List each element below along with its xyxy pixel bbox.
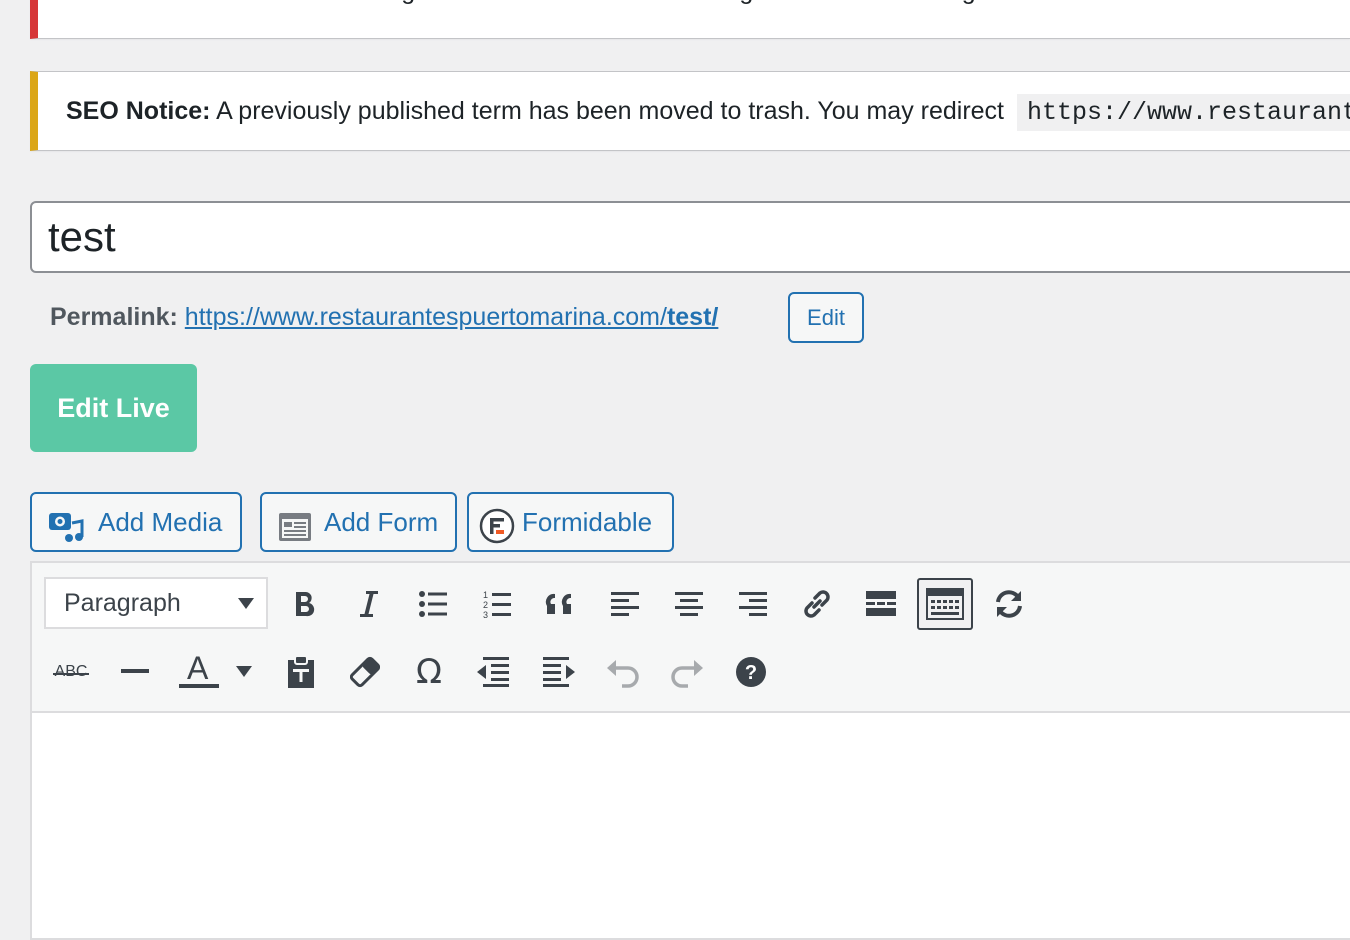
toolbar-toggle-button[interactable]	[917, 578, 973, 630]
bulleted-list-button[interactable]	[408, 579, 458, 629]
read-more-button[interactable]	[856, 579, 906, 629]
special-character-button[interactable]: Ω	[404, 647, 454, 697]
classic-editor: Paragraph 123 ABC A Ω ?	[30, 561, 1350, 940]
text-color-dropdown[interactable]	[226, 647, 262, 697]
undo-icon	[606, 656, 640, 688]
italic-icon	[357, 589, 381, 619]
redo-icon	[670, 656, 704, 688]
italic-button[interactable]	[344, 579, 394, 629]
refresh-icon	[991, 588, 1027, 620]
add-media-button[interactable]: Add Media	[30, 492, 242, 552]
horizontal-line-button[interactable]	[110, 647, 160, 697]
strikethrough-label: ABC	[54, 663, 88, 680]
seo-notice: SEO Notice: A previously published term …	[30, 71, 1350, 151]
svg-text:3: 3	[483, 610, 488, 619]
editor-toolbar: Paragraph 123 ABC A Ω ?	[32, 563, 1350, 713]
align-left-icon	[611, 591, 639, 617]
post-title-input[interactable]: test	[30, 201, 1350, 273]
chevron-down-icon	[238, 598, 254, 609]
seo-notice-message: A previously published term has been mov…	[216, 97, 1005, 125]
format-select-value: Paragraph	[64, 589, 181, 617]
bullet-list-icon	[419, 591, 447, 617]
align-right-icon	[739, 591, 767, 617]
bold-icon	[293, 590, 317, 618]
permalink-base: https://www.restaurantespuertomarina.com…	[184, 303, 667, 331]
chevron-down-icon	[236, 666, 252, 678]
align-right-button[interactable]	[728, 579, 778, 629]
media-icon	[48, 506, 84, 562]
numbered-list-icon: 123	[483, 589, 511, 619]
formidable-label: Formidable	[522, 507, 653, 537]
undo-button[interactable]	[598, 647, 648, 697]
help-icon: ?	[736, 657, 766, 687]
clipboard-icon	[285, 655, 317, 689]
keyboard-shortcuts-button[interactable]: ?	[726, 647, 776, 697]
decrease-indent-button[interactable]	[468, 647, 518, 697]
align-left-button[interactable]	[600, 579, 650, 629]
format-select[interactable]: Paragraph	[44, 577, 268, 629]
text-color-icon: A	[179, 650, 219, 690]
align-center-button[interactable]	[664, 579, 714, 629]
strikethrough-icon: ABC	[52, 663, 90, 681]
redo-button[interactable]	[662, 647, 712, 697]
add-form-button[interactable]: Add Form	[260, 492, 457, 552]
seo-notice-url: https://www.restaurantespuertomarina.com…	[1016, 94, 1350, 131]
editor-content-area[interactable]	[32, 713, 1350, 938]
seo-notice-label: SEO Notice:	[66, 97, 211, 125]
permalink-label: Permalink:	[50, 303, 178, 331]
seo-notice-text: SEO Notice: A previously published term …	[66, 94, 1350, 131]
edit-live-button[interactable]: Edit Live	[30, 364, 197, 452]
clear-formatting-button[interactable]	[340, 647, 390, 697]
link-icon	[800, 587, 834, 621]
formidable-icon	[479, 507, 515, 563]
permalink-row: Permalink: https://www.restaurantespuert…	[50, 296, 718, 338]
refresh-button[interactable]	[984, 579, 1034, 629]
text-color-button[interactable]: A	[174, 647, 224, 697]
indent-icon	[543, 657, 575, 687]
keyboard-icon	[926, 588, 964, 620]
blockquote-button[interactable]	[536, 579, 586, 629]
quote-icon	[545, 592, 577, 616]
add-form-label: Add Form	[324, 507, 439, 537]
add-media-label: Add Media	[98, 507, 223, 537]
horizontal-line-icon	[121, 669, 149, 675]
permalink-slug: test/	[666, 303, 719, 331]
omega-icon: Ω	[416, 652, 442, 692]
numbered-list-button[interactable]: 123	[472, 579, 522, 629]
increase-indent-button[interactable]	[534, 647, 584, 697]
svg-text:1: 1	[483, 590, 488, 600]
notice-text: Please activate WPML Multilingual CMS to…	[66, 0, 983, 8]
formidable-button[interactable]: Formidable	[467, 492, 674, 552]
svg-text:?: ?	[745, 662, 757, 684]
paste-as-text-button[interactable]	[276, 647, 326, 697]
align-center-icon	[675, 591, 703, 617]
read-more-icon	[866, 591, 896, 617]
permalink-link[interactable]: https://www.restaurantespuertomarina.com…	[185, 303, 719, 331]
outdent-icon	[477, 657, 509, 687]
strikethrough-button[interactable]: ABC	[46, 647, 96, 697]
permalink-edit-button[interactable]: Edit	[788, 292, 864, 343]
form-icon	[278, 506, 312, 562]
insert-link-button[interactable]	[792, 579, 842, 629]
eraser-icon	[350, 656, 380, 688]
wpml-error-notice: Please activate WPML Multilingual CMS to…	[30, 0, 1350, 39]
text-color-letter: A	[187, 650, 209, 686]
bold-button[interactable]	[280, 579, 330, 629]
svg-text:2: 2	[483, 600, 488, 610]
